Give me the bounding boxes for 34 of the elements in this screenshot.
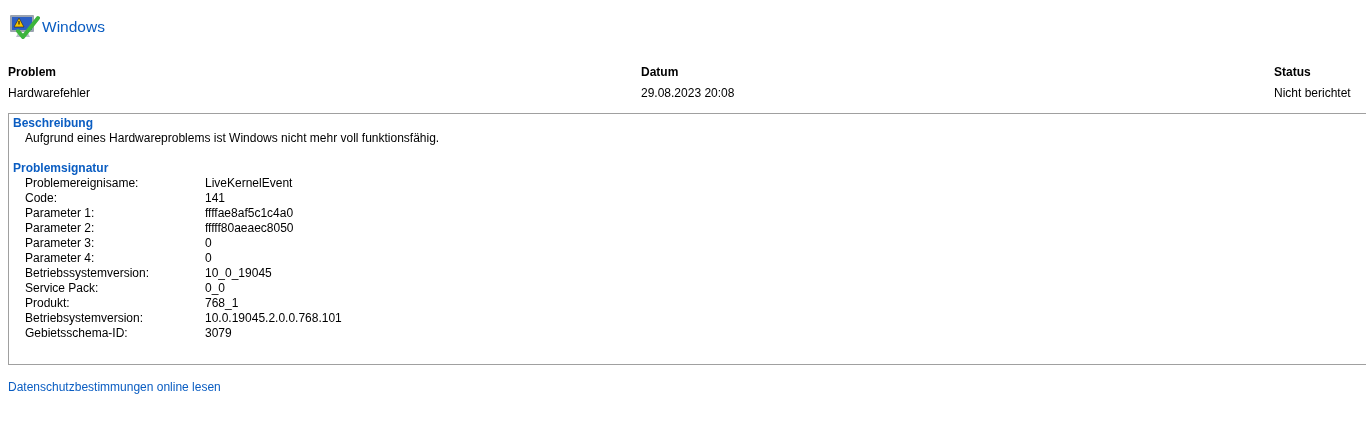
window-title: Windows	[42, 18, 105, 36]
field-label: Code:	[25, 191, 59, 206]
section-heading: Problemsignatur	[13, 161, 110, 176]
field-value: 141	[205, 191, 227, 206]
field-label: Problemereignisame:	[25, 176, 140, 191]
column-header: Problem	[8, 65, 57, 79]
field-label: Parameter 3:	[25, 236, 96, 251]
column-header: Datum	[641, 65, 680, 79]
field-label: Parameter 1:	[25, 206, 96, 221]
field-value: 0	[205, 236, 213, 251]
field-value: LiveKernelEvent	[205, 176, 294, 191]
section-heading: Beschreibung	[13, 116, 94, 131]
field-value: 10_0_19045	[205, 266, 273, 281]
field-value: fffff80aeaec8050	[205, 221, 295, 236]
field-label: Service Pack:	[25, 281, 100, 296]
monitor-warning-check-icon	[8, 12, 40, 42]
field-value: 0	[205, 251, 213, 266]
table-cell-text: Nicht berichtet	[1274, 86, 1352, 100]
table-cell-text: 29.08.2023 20:08	[641, 86, 736, 100]
privacy-link[interactable]: Datenschutzbestimmungen online lesen	[8, 380, 221, 394]
field-label: Parameter 4:	[25, 251, 96, 266]
field-label: Betriebssystemversion:	[25, 266, 151, 281]
field-value: 3079	[205, 326, 233, 341]
column-header: Status	[1274, 65, 1312, 79]
field-label: Gebietsschema-ID:	[25, 326, 129, 341]
field-value: 768_1	[205, 296, 240, 311]
table-cell-text: Hardwarefehler	[8, 86, 92, 100]
field-label: Produkt:	[25, 296, 71, 311]
field-value: 0_0	[205, 281, 227, 296]
description-text: Aufgrund eines Hardwareproblems ist Windows nicht mehr voll funktionsfähig.	[24, 131, 440, 146]
field-label: Parameter 2:	[25, 221, 96, 236]
field-value: ffffae8af5c1c4a0	[205, 206, 295, 221]
field-label: Betriebsystemversion:	[25, 311, 145, 326]
field-value: 10.0.19045.2.0.0.768.101	[205, 311, 342, 326]
